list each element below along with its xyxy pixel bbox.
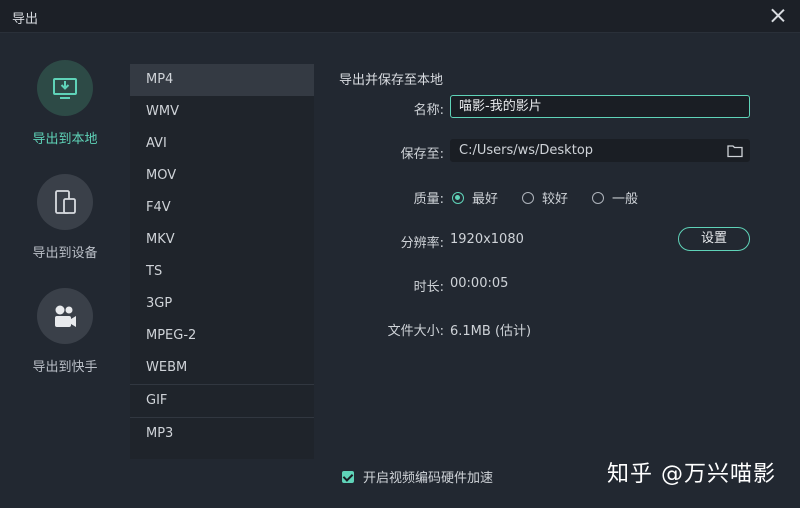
radio-dot [592,191,604,204]
close-icon[interactable] [768,6,788,26]
export-settings-panel: 导出并保存至本地 名称: 喵影-我的影片 保存至: C:/Users/ws/De… [314,64,800,459]
radio-label: 最好 [472,192,499,207]
format-item-f4v[interactable]: F4V [130,192,314,224]
nav-label: 导出到本地 [32,132,98,147]
device-icon [37,174,93,230]
nav-export-kuaishou[interactable]: 导出到快手 [0,288,130,375]
nav-label: 导出到设备 [32,246,98,261]
nav-export-local[interactable]: 导出到本地 [0,60,130,147]
radio-dot [452,191,464,204]
quality-good-radio[interactable]: 较好 [522,188,568,207]
format-item-mkv[interactable]: MKV [130,224,314,256]
format-item-3gp[interactable]: 3GP [130,288,314,320]
duration-label: 时长: [413,280,444,295]
name-input[interactable]: 喵影-我的影片 [450,95,750,118]
format-item-ts[interactable]: TS [130,256,314,288]
resolution-label: 分辨率: [400,236,444,251]
format-item-gif[interactable]: GIF [130,384,314,417]
resolution-value: 1920x1080 [450,232,524,247]
format-item-mov[interactable]: MOV [130,160,314,192]
save-path-text: C:/Users/ws/Desktop [459,143,594,158]
format-item-avi[interactable]: AVI [130,128,314,160]
kuaishou-camera-icon [37,288,93,344]
radio-dot [522,191,534,204]
quality-label: 质量: [413,192,444,207]
save-to-label: 保存至: [400,147,444,162]
filesize-value: 6.1MB (估计) [450,324,532,339]
format-item-mp3[interactable]: MP3 [130,417,314,450]
format-list: MP4 WMV AVI MOV F4V MKV TS 3GP MPEG-2 WE… [130,64,314,459]
nav-label: 导出到快手 [32,360,98,375]
name-label: 名称: [413,103,444,118]
watermark: 知乎 @万兴喵影 [607,462,776,487]
quality-normal-radio[interactable]: 一般 [592,188,638,207]
duration-value: 00:00:05 [450,276,509,291]
format-item-mpeg2[interactable]: MPEG-2 [130,320,314,352]
folder-icon[interactable] [727,144,743,158]
hardware-acceleration-label: 开启视频编码硬件加速 [363,471,494,486]
title-bar: 导出 [0,0,800,33]
hardware-acceleration-checkbox[interactable]: 开启视频编码硬件加速 [342,467,493,486]
format-item-webm[interactable]: WEBM [130,352,314,384]
filesize-label: 文件大小: [387,324,444,339]
radio-label: 一般 [612,192,639,207]
section-title: 导出并保存至本地 [339,73,444,88]
radio-label: 较好 [542,192,569,207]
settings-button[interactable]: 设置 [678,227,750,251]
quality-best-radio[interactable]: 最好 [452,188,498,207]
checkbox-checked-icon [342,470,354,483]
nav-export-device[interactable]: 导出到设备 [0,174,130,261]
save-path-input[interactable]: C:/Users/ws/Desktop [450,139,750,162]
window-title: 导出 [12,12,39,27]
export-local-icon [37,60,93,116]
format-item-mp4[interactable]: MP4 [130,64,314,96]
format-item-wmv[interactable]: WMV [130,96,314,128]
